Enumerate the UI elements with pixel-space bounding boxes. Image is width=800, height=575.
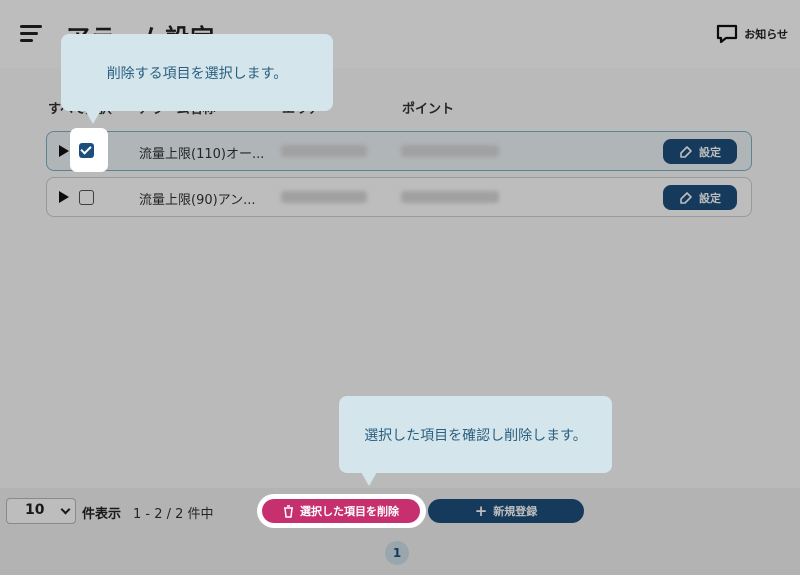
spotlight-checkbox [70,128,108,172]
delete-selected-label: 選択した項目を削除 [300,505,399,518]
tooltip-delete-text: 選択した項目を確認し削除します。 [364,427,587,444]
tooltip-delete: 選択した項目を確認し削除します。 [339,396,612,486]
checkbox-highlight[interactable] [79,143,94,158]
delete-selected-button[interactable]: 選択した項目を削除 [262,499,420,523]
tooltip-select: 削除する項目を選択します。 [61,34,333,124]
tooltip-select-text: 削除する項目を選択します。 [106,65,288,82]
trash-icon [284,504,293,518]
